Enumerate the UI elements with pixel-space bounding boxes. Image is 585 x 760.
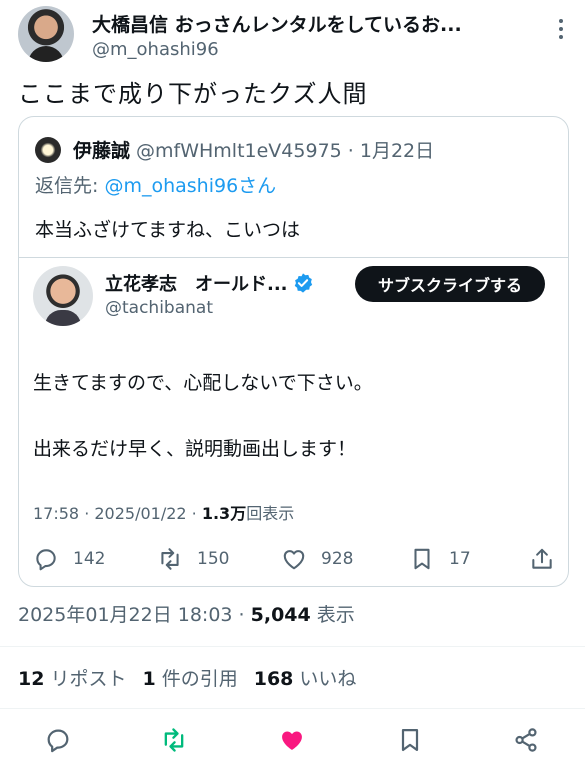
embedded-author-name-row: 立花孝志 オールド...	[105, 270, 314, 296]
divider	[0, 708, 585, 709]
bookmark-button[interactable]	[396, 726, 426, 756]
reply-icon	[47, 729, 69, 753]
quoted-author-meta: @mfWHmlt1eV45975 · 1月22日	[136, 140, 435, 162]
bookmark-icon	[414, 548, 430, 570]
reposts-label: リポスト	[50, 668, 127, 690]
quoted-tweet-header: 伊藤誠 @mfWHmlt1eV45975 · 1月22日	[73, 136, 434, 163]
embedded-tweet[interactable]: 立花孝志 オールド... @tachibanat サブスクライブする 生きてます…	[19, 257, 568, 586]
quotes-stat[interactable]: 1 件の引用	[142, 668, 237, 690]
reply-icon	[36, 549, 56, 571]
likes-stat[interactable]: 168 いいね	[254, 668, 357, 690]
quoted-author-name[interactable]: 伊藤誠	[73, 140, 130, 162]
bookmark-button[interactable]: 17	[409, 542, 471, 576]
embedded-tweet-line-1: 生きてますので、心配しないで下さい。	[33, 372, 373, 394]
quoted-tweet-card[interactable]: 伊藤誠 @mfWHmlt1eV45975 · 1月22日 返信先: @m_ohas…	[18, 116, 569, 587]
likes-label: いいね	[299, 668, 357, 690]
tweet-header: 大橋昌信 おっさんレンタルをしているお... @m_ohashi96	[18, 6, 573, 62]
author-avatar[interactable]	[18, 6, 74, 62]
reply-count: 142	[73, 549, 106, 569]
share-button[interactable]	[512, 726, 542, 756]
embedded-author-handle[interactable]: @tachibanat	[105, 298, 213, 318]
retweet-icon	[164, 728, 184, 752]
bookmark-icon	[401, 728, 419, 752]
embedded-tweet-line-2: 出来るだけ早く、説明動画出します！	[33, 438, 357, 460]
embedded-action-bar: 142 150 928 17	[33, 542, 558, 576]
quoted-tweet-text: 本当ふざけてますね、こいつは	[35, 219, 301, 241]
like-button[interactable]	[278, 726, 308, 756]
post-meta: 2025年01月22日 18:03 · 5,044 表示	[18, 600, 355, 627]
reply-button[interactable]: 142	[33, 542, 105, 576]
reposts-count: 12	[18, 668, 45, 690]
engagement-stats: 12 リポスト 1 件の引用 168 いいね	[18, 664, 356, 691]
reposts-stat[interactable]: 12 リポスト	[18, 668, 126, 690]
share-icon	[532, 548, 552, 569]
bookmark-count: 17	[449, 549, 471, 569]
embedded-author-avatar[interactable]	[33, 266, 93, 326]
embedded-tweet-meta: 17:58 · 2025/01/22 · 1.3万回表示	[33, 500, 294, 524]
retweet-button[interactable]: 150	[157, 542, 229, 576]
embedded-views-count: 1.3万	[201, 504, 247, 523]
post-views-label: 表示	[310, 604, 355, 626]
tweet-detail-page: 大橋昌信 おっさんレンタルをしているお... @m_ohashi96 ここまで成…	[0, 0, 585, 760]
like-count: 928	[321, 549, 354, 569]
reply-to-line: 返信先: @m_ohashi96さん	[35, 171, 276, 198]
retweet-count: 150	[197, 549, 230, 569]
post-timestamp[interactable]: 2025年01月22日 18:03 ·	[18, 604, 251, 626]
author-handle[interactable]: @m_ohashi96	[92, 39, 219, 60]
verified-badge-icon	[294, 273, 312, 293]
like-icon	[282, 731, 302, 750]
share-icon	[515, 728, 537, 752]
bottom-action-bar	[0, 720, 585, 760]
subscribe-button[interactable]: サブスクライブする	[355, 266, 545, 302]
retweet-button[interactable]	[160, 726, 190, 756]
embedded-author-name[interactable]: 立花孝志 オールド...	[105, 274, 288, 295]
more-vertical-icon[interactable]	[553, 16, 569, 42]
share-button[interactable]	[529, 542, 568, 576]
embedded-views-label: 回表示	[246, 504, 295, 523]
likes-count: 168	[253, 668, 294, 690]
quoted-author-avatar[interactable]	[35, 137, 61, 163]
divider	[0, 646, 585, 647]
tweet-text: ここまで成り下がったクズ人間	[18, 80, 368, 108]
like-button[interactable]: 928	[281, 542, 353, 576]
like-icon	[283, 550, 305, 570]
reply-to-link[interactable]: @m_ohashi96さん	[104, 175, 276, 197]
embedded-timestamp[interactable]: 17:58 · 2025/01/22 ·	[33, 504, 202, 523]
author-name[interactable]: 大橋昌信 おっさんレンタルをしているお...	[92, 10, 532, 37]
reply-to-prefix: 返信先:	[35, 175, 105, 197]
retweet-icon	[161, 548, 179, 570]
reply-button[interactable]	[44, 726, 74, 756]
post-views-count: 5,044	[250, 604, 311, 626]
quotes-count: 1	[142, 668, 156, 690]
quotes-label: 件の引用	[161, 668, 238, 690]
